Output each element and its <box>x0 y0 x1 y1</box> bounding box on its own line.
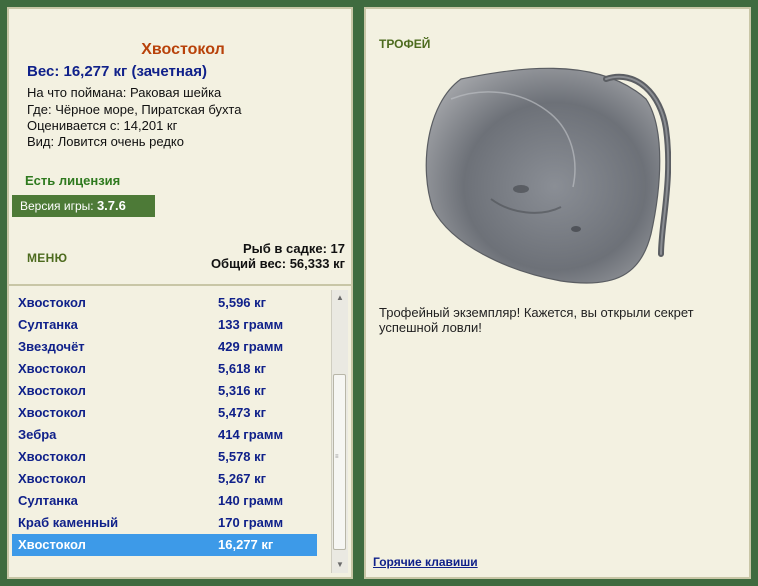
catch-fish-name: Султанка <box>18 317 78 332</box>
catch-fish-name: Хвостокол <box>18 537 86 552</box>
catch-fish-name: Зебра <box>18 427 57 442</box>
catch-row[interactable]: Хвостокол 5,596 кг <box>12 292 317 314</box>
catch-list[interactable]: Хвостокол 5,596 кг Султанка 133 грамм Звездо… <box>12 292 317 556</box>
fish-bait: На что поймана: Раковая шейка <box>27 85 222 100</box>
scroll-up-icon[interactable]: ▲ <box>332 290 348 306</box>
catch-row[interactable]: Султанка 133 грамм <box>12 314 317 336</box>
catch-fish-weight: 414 грамм <box>218 427 284 442</box>
fish-info-panel: Хвостокол Вес: 16,277 кг (зачетная) На ч… <box>7 7 353 288</box>
fish-rarity: Вид: Ловится очень редко <box>27 134 184 149</box>
scrollbar[interactable]: ▲ ≡ ▼ <box>331 290 348 573</box>
catch-fish-weight: 5,473 кг <box>218 405 267 420</box>
catch-fish-weight: 5,618 кг <box>218 361 267 376</box>
catch-row[interactable]: Хвостокол 5,267 кг <box>12 468 317 490</box>
trophy-message: Трофейный экземпляр! Кажется, вы открыли… <box>379 305 694 335</box>
catch-fish-name: Хвостокол <box>18 449 86 464</box>
catch-row[interactable]: Зебра 414 грамм <box>12 424 317 446</box>
fish-location: Где: Чёрное море, Пиратская бухта <box>27 102 242 117</box>
fish-value: Оценивается с: 14,201 кг <box>27 118 178 133</box>
catch-fish-name: Краб каменный <box>18 515 119 530</box>
catch-fish-weight: 133 грамм <box>218 317 284 332</box>
fish-weight: Вес: 16,277 кг (зачетная) <box>27 63 208 80</box>
hotkeys-link[interactable]: Горячие клавиши <box>373 555 478 569</box>
catch-row[interactable]: Звездочёт 429 грамм <box>12 336 317 358</box>
scroll-down-icon[interactable]: ▼ <box>332 557 348 573</box>
fish-name: Хвостокол <box>141 41 225 58</box>
stingray-image <box>425 67 671 284</box>
grip-icon: ≡ <box>335 454 339 460</box>
trophy-panel: ТРОФЕЙ Трофейный экземпляр! Кажется, вы … <box>364 7 751 579</box>
catch-row[interactable]: Хвостокол 5,578 кг <box>12 446 317 468</box>
catch-row[interactable]: Хвостокол 5,473 кг <box>12 402 317 424</box>
cage-stats: Рыб в садке: 17 Общий вес: 56,333 кг <box>211 241 345 271</box>
catch-fish-weight: 5,316 кг <box>218 383 267 398</box>
catch-fish-name: Хвостокол <box>18 361 86 376</box>
catch-fish-weight: 5,596 кг <box>218 295 267 310</box>
catch-fish-weight: 429 грамм <box>218 339 284 354</box>
catch-row[interactable]: Султанка 140 грамм <box>12 490 317 512</box>
catch-fish-weight: 170 грамм <box>218 515 284 530</box>
catch-fish-weight: 140 грамм <box>218 493 284 508</box>
version-value: 3.7.6 <box>96 198 126 213</box>
version-label: Версия игры: <box>20 199 94 213</box>
catch-row[interactable]: Краб каменный 170 грамм <box>12 512 317 534</box>
catch-fish-weight: 16,277 кг <box>218 537 274 552</box>
trophy-label: ТРОФЕЙ <box>379 37 431 51</box>
catch-fish-name: Хвостокол <box>18 383 86 398</box>
menu-button[interactable]: МЕНЮ <box>27 251 67 265</box>
catch-row[interactable]: Хвостокол 5,618 кг <box>12 358 317 380</box>
fish-count: Рыб в садке: 17 <box>242 241 345 256</box>
catch-row[interactable]: Хвостокол 16,277 кг <box>12 534 317 556</box>
scroll-thumb[interactable] <box>333 374 346 550</box>
total-weight: Общий вес: 56,333 кг <box>210 256 345 271</box>
version-bar: Версия игры: 3.7.6 <box>12 195 155 217</box>
license-status: Есть лицензия <box>25 173 121 188</box>
catch-fish-name: Звездочёт <box>18 339 85 354</box>
catch-fish-name: Султанка <box>18 493 78 508</box>
catch-fish-name: Хвостокол <box>18 471 86 486</box>
catch-list-panel: Хвостокол 5,596 кг Султанка 133 грамм Звездо… <box>7 284 353 579</box>
catch-row[interactable]: Хвостокол 5,316 кг <box>12 380 317 402</box>
catch-fish-weight: 5,578 кг <box>218 449 267 464</box>
catch-fish-weight: 5,267 кг <box>218 471 267 486</box>
catch-fish-name: Хвостокол <box>18 295 86 310</box>
catch-fish-name: Хвостокол <box>18 405 86 420</box>
